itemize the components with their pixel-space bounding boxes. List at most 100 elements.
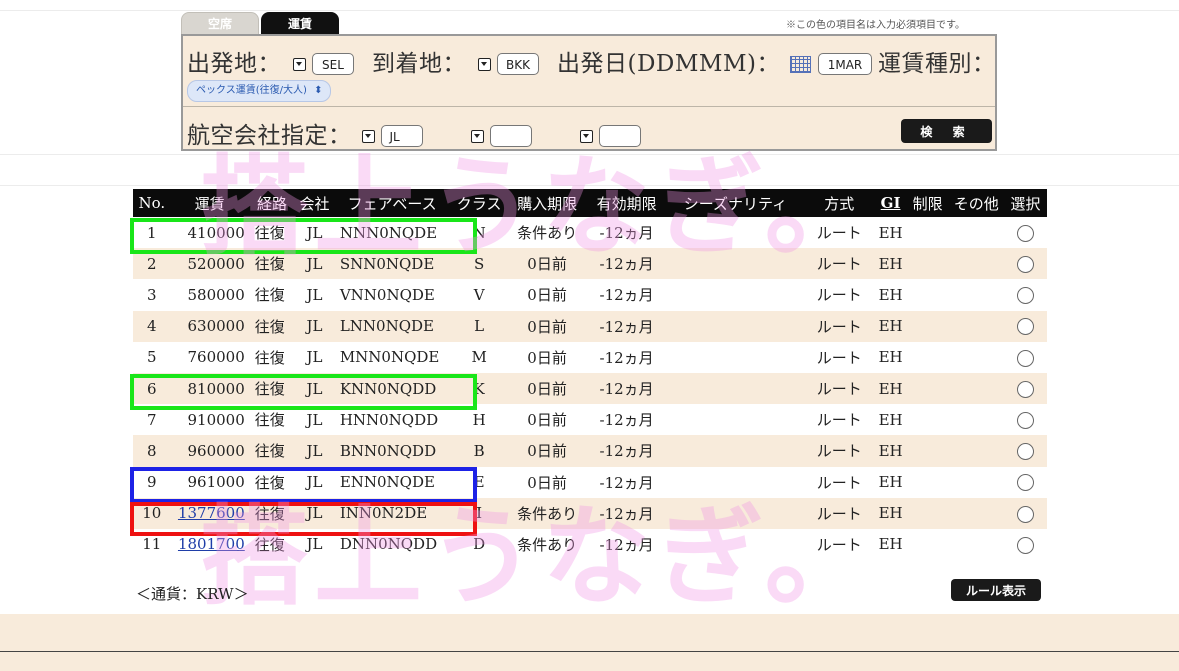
column-header-gi[interactable]: GI bbox=[874, 189, 907, 217]
table-row: 7 910000 往復 JL HNN0NQDD H 0日前 -12ヵ月 ルート EH bbox=[133, 404, 1047, 435]
select-radio-button[interactable] bbox=[1016, 224, 1034, 242]
select-radio-button[interactable] bbox=[1016, 318, 1034, 336]
table-cell-route: 往復 bbox=[254, 224, 285, 243]
table-cell-route: 往復 bbox=[248, 372, 296, 405]
table-cell-class: D bbox=[473, 535, 486, 554]
column-header-select: 選択 bbox=[1003, 189, 1047, 217]
table-cell-fare: 961000 bbox=[187, 473, 245, 492]
table-cell-class: I bbox=[450, 497, 508, 529]
airline-1-dropdown-icon[interactable] bbox=[361, 129, 375, 143]
destination-input[interactable]: BKK bbox=[497, 53, 539, 75]
table-cell-method: ルート bbox=[803, 310, 875, 342]
tab-seat-availability[interactable]: 空席 bbox=[181, 12, 259, 34]
table-cell-route: 往復 bbox=[248, 248, 296, 280]
table-header-row: No. 運賃 経路 会社 フェアベース クラス 購入期限 有効期限 シーズナリティ 方式 GI 制限そ… bbox=[133, 189, 1047, 217]
table-cell-other bbox=[949, 217, 1004, 248]
search-row-2: 航空会社指定： JL bbox=[187, 116, 659, 150]
table-cell-gi: EH bbox=[874, 248, 907, 280]
fare-type-select[interactable]: ペックス運賃(往復/大人) ⬍ bbox=[187, 80, 332, 102]
table-cell-fare-basis: MNN0NQDE bbox=[339, 348, 440, 367]
table-cell-gi: EH bbox=[874, 310, 907, 342]
column-header-restriction: 制限 bbox=[906, 189, 949, 217]
currency-note: ＜通貨：KRW＞ bbox=[136, 585, 249, 603]
origin-dropdown-icon[interactable] bbox=[293, 57, 306, 71]
column-header-fare: 運賃 bbox=[170, 189, 249, 217]
search-row-1: 出発地： SEL 到着地： BKK 出発日(DDMMM)： 1MAR 運賃種別： bbox=[187, 44, 995, 78]
airline-2-dropdown-icon[interactable] bbox=[470, 129, 484, 143]
table-cell-no: 10 bbox=[133, 497, 171, 529]
select-radio-button[interactable] bbox=[1016, 349, 1034, 367]
table-cell-select bbox=[1003, 372, 1047, 405]
calendar-icon[interactable] bbox=[789, 55, 811, 73]
select-radio-button[interactable] bbox=[1016, 474, 1034, 492]
table-cell-seasonality bbox=[666, 248, 804, 280]
table-cell-purchase-deadline: 0日前 bbox=[507, 310, 587, 342]
select-radio-button[interactable] bbox=[1016, 443, 1034, 461]
table-cell-restriction bbox=[907, 467, 949, 498]
table-cell-method: ルート bbox=[816, 286, 862, 305]
table-cell-method: ルート bbox=[816, 473, 862, 492]
select-radio-button[interactable] bbox=[1016, 256, 1034, 274]
airline-3-dropdown-icon[interactable] bbox=[579, 129, 593, 143]
select-radio-button[interactable] bbox=[1016, 380, 1034, 398]
airline-1-input[interactable]: JL bbox=[380, 125, 423, 147]
rule-display-button[interactable]: ルール表示 bbox=[951, 579, 1041, 601]
airline-3-input[interactable] bbox=[598, 125, 641, 147]
table-cell-other bbox=[948, 435, 1004, 467]
airline-label: 航空会社指定： bbox=[187, 123, 352, 149]
table-cell-validity: -12ヵ月 bbox=[586, 435, 667, 467]
column-header-other: その他 bbox=[948, 189, 1004, 217]
table-cell-select bbox=[1004, 529, 1047, 560]
column-header-seasonality: シーズナリティ bbox=[666, 189, 804, 217]
table-cell-carrier: JL bbox=[295, 372, 334, 405]
table-cell-select bbox=[1003, 435, 1047, 467]
table-cell-restriction bbox=[907, 279, 949, 310]
table-cell-carrier: JL bbox=[295, 248, 334, 280]
select-radio-button[interactable] bbox=[1016, 536, 1034, 554]
table-cell-no: 5 bbox=[147, 348, 157, 367]
select-radio-button[interactable] bbox=[1016, 505, 1034, 523]
destination-dropdown-icon[interactable] bbox=[478, 57, 491, 71]
column-header-method: 方式 bbox=[803, 189, 875, 217]
table-cell-method: ルート bbox=[816, 224, 862, 243]
table-cell-route: 往復 bbox=[254, 535, 285, 554]
tab-fare[interactable]: 運賃 bbox=[261, 12, 339, 34]
origin-input[interactable]: SEL bbox=[312, 53, 354, 75]
table-cell-fare: 1377600 bbox=[170, 497, 249, 529]
select-radio-button[interactable] bbox=[1016, 287, 1034, 305]
table-cell-gi: EH bbox=[878, 535, 903, 554]
table-cell-gi: EH bbox=[878, 223, 903, 242]
table-cell-seasonality bbox=[666, 372, 804, 405]
table-row: 11 1801700 往復 JL DNN0NQDD D 条件あり -12ヵ月 ルート EH bbox=[133, 529, 1047, 560]
table-cell-restriction bbox=[907, 404, 949, 435]
table-cell-method: ルート bbox=[803, 435, 875, 467]
table-cell-route: 往復 bbox=[248, 497, 296, 529]
table-cell-purchase-deadline: 0日前 bbox=[507, 372, 587, 405]
table-cell-fare-basis: LNN0NQDE bbox=[333, 310, 451, 342]
table-cell-validity: -12ヵ月 bbox=[586, 497, 667, 529]
table-cell-validity: -12ヵ月 bbox=[599, 286, 654, 305]
table-cell-other bbox=[949, 467, 1004, 498]
fare-link[interactable]: 1377600 bbox=[178, 504, 245, 522]
search-button[interactable]: 検 索 bbox=[901, 119, 992, 143]
column-header-no: No. bbox=[133, 189, 171, 217]
table-cell-restriction bbox=[906, 497, 949, 529]
table-cell-class: M bbox=[471, 348, 487, 367]
table-cell-restriction bbox=[907, 529, 949, 560]
fare-link[interactable]: 1801700 bbox=[178, 535, 245, 553]
airline-2-input[interactable] bbox=[489, 125, 532, 147]
table-cell-purchase-deadline: 0日前 bbox=[527, 411, 567, 430]
table-cell-fare: 630000 bbox=[170, 310, 249, 342]
table-row: 6 810000 往復 JL KNN0NQDD K 0日前 -12ヵ月 ルート EH bbox=[133, 372, 1047, 405]
table-cell-route: 往復 bbox=[254, 286, 285, 305]
table-cell-select bbox=[1003, 310, 1047, 342]
table-cell-no: 1 bbox=[147, 223, 157, 242]
table-cell-gi: EH bbox=[878, 473, 903, 492]
table-row: 10 1377600 往復 JL INN0N2DE I 条件あり -12ヵ月 ルート EH bbox=[133, 497, 1047, 529]
departure-date-input[interactable]: 1MAR bbox=[817, 53, 872, 75]
select-radio-button[interactable] bbox=[1016, 411, 1034, 429]
departure-date-label: 出発日(DDMMM)： bbox=[557, 51, 780, 77]
table-cell-class: E bbox=[473, 473, 485, 492]
origin-label: 出発地： bbox=[187, 51, 281, 77]
table-cell-route: 往復 bbox=[254, 411, 285, 430]
